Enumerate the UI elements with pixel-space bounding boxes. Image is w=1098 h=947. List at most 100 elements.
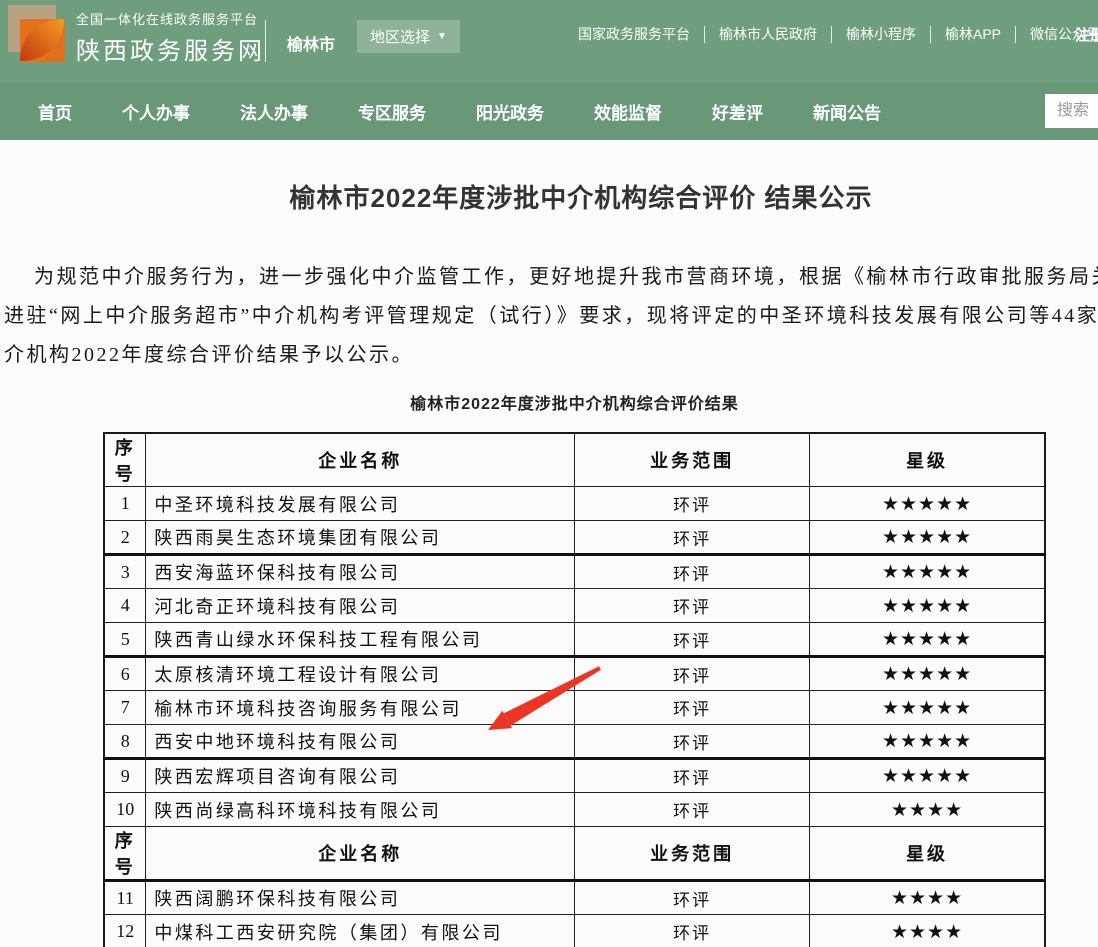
- top-links: 国家政务服务平台 榆林市人民政府 榆林小程序 榆林APP 微信公众号: [578, 24, 1098, 44]
- link-separator: [704, 26, 705, 43]
- column-header-3: 星级: [810, 827, 1045, 881]
- star-rating: ★★★★★: [810, 487, 1045, 521]
- row-number: 2: [104, 521, 146, 555]
- register-link[interactable]: 注册: [1075, 24, 1098, 45]
- nav-item-efficiency-supervision[interactable]: 效能监督: [594, 99, 662, 124]
- column-header-0: 序号: [104, 433, 146, 487]
- row-number: 7: [104, 691, 146, 725]
- business-scope: 环评: [575, 521, 810, 555]
- business-scope: 环评: [575, 555, 810, 589]
- business-scope: 环评: [575, 657, 810, 691]
- link-separator: [1015, 26, 1016, 43]
- star-rating: ★★★★: [810, 881, 1045, 915]
- table-row: 2陕西雨昊生态环境集团有限公司环评★★★★★: [104, 521, 1045, 555]
- company-name: 陕西阔鹏环保科技有限公司: [146, 881, 575, 915]
- table-header-row: 序号企业名称业务范围星级: [104, 433, 1045, 487]
- link-yulin-app[interactable]: 榆林APP: [945, 24, 1001, 44]
- star-rating: ★★★★★: [810, 589, 1045, 623]
- region-selector-button[interactable]: 地区选择 ▼: [357, 20, 460, 53]
- company-name: 陕西青山绿水环保科技工程有限公司: [146, 623, 575, 657]
- star-rating: ★★★★★: [810, 691, 1045, 725]
- business-scope: 环评: [575, 725, 810, 759]
- table-row: 5陕西青山绿水环保科技工程有限公司环评★★★★★: [104, 623, 1045, 657]
- column-header-1: 企业名称: [146, 827, 575, 881]
- column-header-1: 企业名称: [146, 433, 575, 487]
- row-number: 1: [104, 487, 146, 521]
- star-rating: ★★★★★: [810, 657, 1045, 691]
- paragraph-line: 为规范中介服务行为，进一步强化中介监管工作，更好地提升我市营商环境，根据《榆林市…: [4, 258, 1098, 297]
- search-input[interactable]: [1045, 94, 1098, 128]
- nav-item-news[interactable]: 新闻公告: [813, 99, 881, 124]
- table-row: 12中煤科工西安研究院（集团）有限公司环评★★★★: [104, 915, 1045, 947]
- page-title: 榆林市2022年度涉批中介机构综合评价 结果公示: [0, 178, 1098, 215]
- nav-item-home[interactable]: 首页: [38, 99, 72, 124]
- row-number: 5: [104, 623, 146, 657]
- star-rating: ★★★★★: [810, 555, 1045, 589]
- company-name: 陕西尚绿高科环境科技有限公司: [146, 793, 575, 827]
- site-name: 陕西政务服务网: [76, 31, 265, 66]
- platform-label: 全国一体化在线政务服务平台: [76, 9, 265, 28]
- company-name: 陕西雨昊生态环境集团有限公司: [146, 521, 575, 555]
- paragraph-line: 进驻“网上中介服务超市”中介机构考评管理规定（试行）》要求，现将评定的中圣环境科…: [4, 297, 1098, 336]
- table-row: 10陕西尚绿高科环境科技有限公司环评★★★★: [104, 793, 1045, 827]
- link-national-platform[interactable]: 国家政务服务平台: [578, 24, 690, 44]
- nav-item-open-government[interactable]: 阳光政务: [476, 99, 544, 124]
- table-row: 3西安海蓝环保科技有限公司环评★★★★★: [104, 555, 1045, 589]
- row-number: 6: [104, 657, 146, 691]
- table-row: 1中圣环境科技发展有限公司环评★★★★★: [104, 487, 1045, 521]
- star-rating: ★★★★★: [810, 521, 1045, 555]
- current-city-label: 榆林市: [287, 31, 335, 55]
- link-yulin-gov[interactable]: 榆林市人民政府: [719, 24, 817, 44]
- row-number: 4: [104, 589, 146, 623]
- main-nav: 首页 个人办事 法人办事 专区服务 阳光政务 效能监督 好差评 新闻公告: [0, 82, 1098, 140]
- row-number: 11: [104, 881, 146, 915]
- paragraph-line: 介机构2022年度综合评价结果予以公示。: [4, 336, 1098, 375]
- star-rating: ★★★★: [810, 793, 1045, 827]
- column-header-2: 业务范围: [575, 827, 810, 881]
- column-header-3: 星级: [810, 433, 1045, 487]
- table-row: 4河北奇正环境科技有限公司环评★★★★★: [104, 589, 1045, 623]
- business-scope: 环评: [575, 487, 810, 521]
- link-separator: [930, 26, 931, 43]
- business-scope: 环评: [575, 759, 810, 793]
- star-rating: ★★★★: [810, 915, 1045, 947]
- column-header-2: 业务范围: [575, 433, 810, 487]
- nav-item-rating[interactable]: 好差评: [712, 99, 763, 124]
- row-number: 8: [104, 725, 146, 759]
- row-number: 3: [104, 555, 146, 589]
- search-box: [1045, 94, 1098, 128]
- table-row: 11陕西阔鹏环保科技有限公司环评★★★★: [104, 881, 1045, 915]
- table-caption: 榆林市2022年度涉批中介机构综合评价结果: [103, 390, 1046, 414]
- business-scope: 环评: [575, 881, 810, 915]
- business-scope: 环评: [575, 623, 810, 657]
- chevron-down-icon: ▼: [437, 31, 447, 42]
- row-number: 10: [104, 793, 146, 827]
- nav-item-legal-entity-services[interactable]: 法人办事: [240, 99, 308, 124]
- company-name: 陕西宏辉项目咨询有限公司: [146, 759, 575, 793]
- company-name: 中圣环境科技发展有限公司: [146, 487, 575, 521]
- business-scope: 环评: [575, 691, 810, 725]
- announcement-paragraph: 为规范中介服务行为，进一步强化中介监管工作，更好地提升我市营商环境，根据《榆林市…: [4, 258, 1098, 375]
- link-yulin-miniapp[interactable]: 榆林小程序: [846, 24, 916, 44]
- header-divider: [265, 20, 266, 62]
- business-scope: 环评: [575, 793, 810, 827]
- company-name: 河北奇正环境科技有限公司: [146, 589, 575, 623]
- star-rating: ★★★★★: [810, 725, 1045, 759]
- nav-item-personal-services[interactable]: 个人办事: [122, 99, 190, 124]
- link-separator: [831, 26, 832, 43]
- company-name: 西安海蓝环保科技有限公司: [146, 555, 575, 589]
- nav-item-zone-services[interactable]: 专区服务: [358, 99, 426, 124]
- table-header-row: 序号企业名称业务范围星级: [104, 827, 1045, 881]
- nav-items: 首页 个人办事 法人办事 专区服务 阳光政务 效能监督 好差评 新闻公告: [0, 82, 1098, 140]
- table-row: 9陕西宏辉项目咨询有限公司环评★★★★★: [104, 759, 1045, 793]
- business-scope: 环评: [575, 589, 810, 623]
- business-scope: 环评: [575, 915, 810, 947]
- star-rating: ★★★★★: [810, 759, 1045, 793]
- site-logo-text: 全国一体化在线政务服务平台 陕西政务服务网: [76, 9, 265, 66]
- star-rating: ★★★★★: [810, 623, 1045, 657]
- column-header-0: 序号: [104, 827, 146, 881]
- row-number: 12: [104, 915, 146, 947]
- top-header: 全国一体化在线政务服务平台 陕西政务服务网 榆林市 地区选择 ▼ 国家政务服务平…: [0, 0, 1098, 82]
- announcement-content: 榆林市2022年度涉批中介机构综合评价 结果公示 为规范中介服务行为，进一步强化…: [0, 140, 1098, 947]
- row-number: 9: [104, 759, 146, 793]
